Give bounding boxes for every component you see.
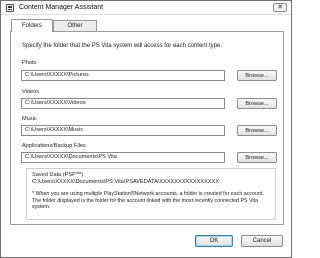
applications-path-field[interactable]: C:\Users\XXXXX\Documents\PS Vita	[21, 152, 225, 163]
folders-description: Specify the folder that the PS Vita syst…	[22, 43, 222, 49]
folders-panel: Specify the folder that the PS Vita syst…	[10, 31, 284, 225]
ok-button[interactable]: OK	[195, 235, 233, 247]
tab-other[interactable]: Other	[53, 20, 97, 31]
music-label: Music	[22, 116, 37, 122]
music-browse-button[interactable]: Browse...	[237, 125, 277, 136]
photo-path-field[interactable]: C:\Users\XXXXX\Pictures	[21, 70, 225, 81]
tab-folders[interactable]: Folders	[11, 19, 53, 32]
videos-label: Videos	[22, 89, 40, 95]
window-title: Content Manager Assistant	[19, 4, 104, 11]
saved-data-label: Saved Data (PSP™)	[32, 172, 84, 178]
music-path-field[interactable]: C:\Users\XXXXX\Music	[21, 125, 225, 136]
videos-path-field[interactable]: C:\Users\XXXXX\Videos	[21, 98, 225, 109]
photo-browse-button[interactable]: Browse...	[237, 70, 277, 81]
saved-data-path: C:\Users\XXXXX\Documents\PS Vita\PSAVEDA…	[32, 179, 220, 185]
photo-label: Photo	[22, 60, 37, 66]
saved-data-note: * When you are using multiple PlayStatio…	[32, 191, 264, 211]
close-button[interactable]: ✕	[273, 3, 287, 12]
saved-data-group: Saved Data (PSP™) C:\Users\XXXXX\Documen…	[26, 168, 276, 220]
content-manager-window: Content Manager Assistant ✕ Folders Othe…	[0, 0, 292, 258]
videos-browse-button[interactable]: Browse...	[237, 98, 277, 109]
applications-label: Applications/Backup Files	[22, 143, 86, 149]
app-icon	[6, 4, 14, 12]
cancel-button[interactable]: Cancel	[241, 235, 283, 247]
title-bar: Content Manager Assistant ✕	[1, 1, 291, 15]
applications-browse-button[interactable]: Browse...	[237, 152, 277, 163]
